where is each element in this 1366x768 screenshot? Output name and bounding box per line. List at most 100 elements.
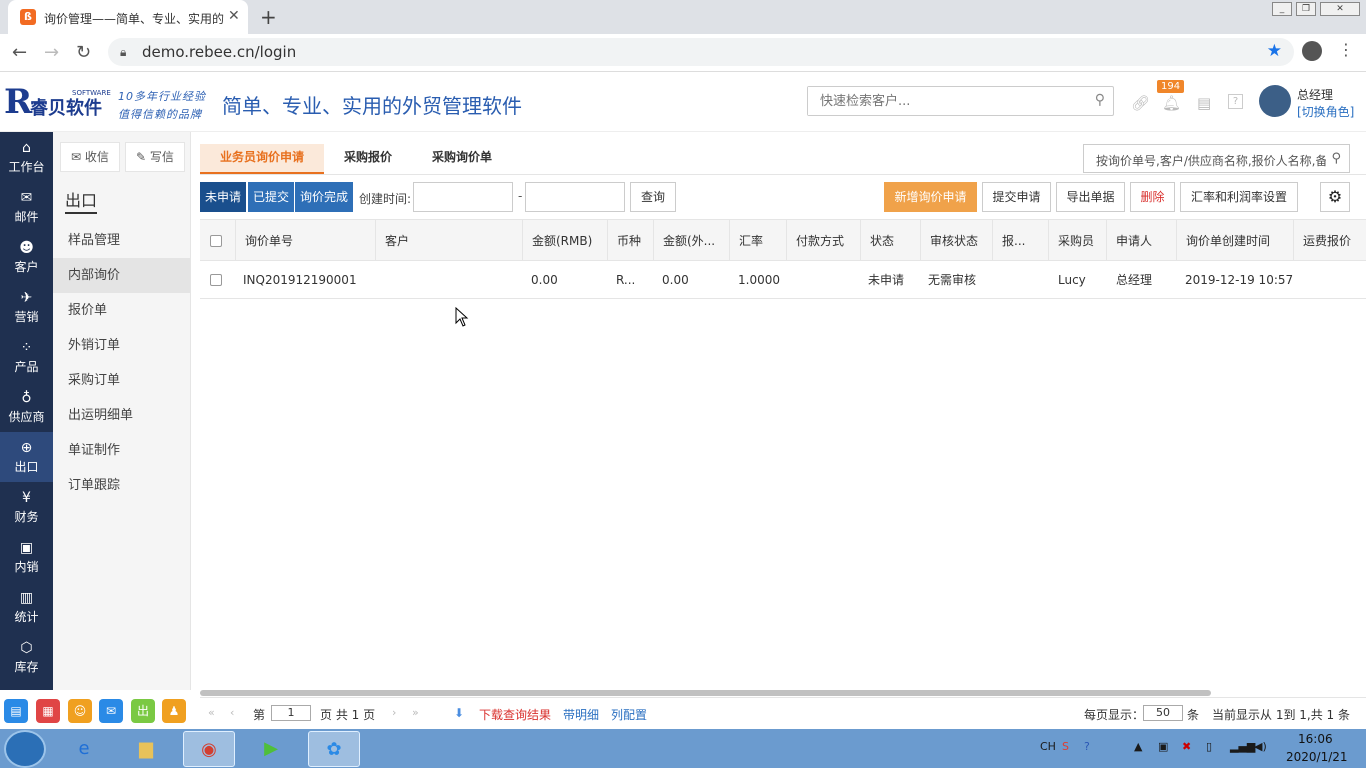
col-status[interactable]: 状态 — [861, 220, 921, 260]
subnav-item-sales-order[interactable]: 外销订单 — [53, 328, 190, 363]
col-customer[interactable]: 客户 — [376, 220, 523, 260]
per-page-input[interactable]: 50 — [1143, 705, 1183, 721]
help-tray-icon[interactable]: ? — [1084, 740, 1090, 753]
sogou-icon[interactable]: S — [1062, 740, 1069, 753]
horizontal-scrollbar[interactable] — [200, 690, 1211, 696]
with-detail-link[interactable]: 带明细 — [563, 706, 599, 723]
app-shortcut-1-icon[interactable]: ▤ — [4, 699, 28, 723]
security-icon[interactable]: ✖ — [1182, 740, 1191, 753]
first-page-icon[interactable]: « — [208, 706, 215, 719]
nav-customer[interactable]: ☻ 客户 — [0, 232, 53, 282]
col-reporter[interactable]: 报... — [993, 220, 1049, 260]
col-applicant[interactable]: 申请人 — [1107, 220, 1177, 260]
subnav-item-quotation[interactable]: 报价单 — [53, 293, 190, 328]
col-buyer[interactable]: 采购员 — [1049, 220, 1107, 260]
search-icon[interactable]: ⚲ — [1095, 92, 1105, 108]
nav-marketing[interactable]: ✈ 营销 — [0, 282, 53, 332]
chrome-icon[interactable]: ◉ — [183, 731, 235, 767]
table-row[interactable]: INQ201912190001 0.00 R... 0.00 1.0000 未申… — [200, 261, 1366, 299]
volume-icon[interactable]: ◀) — [1254, 740, 1267, 753]
tray-expand-icon[interactable]: ▲ — [1134, 740, 1142, 753]
end-date-input[interactable] — [525, 182, 625, 212]
input-language[interactable]: CH — [1040, 740, 1056, 753]
network-icon[interactable]: ▣ — [1158, 740, 1168, 753]
power-icon[interactable]: ▯ — [1206, 740, 1212, 753]
tab-purchase-inquiry[interactable]: 采购询价单 — [412, 144, 512, 174]
forward-icon[interactable]: → — [44, 42, 59, 63]
col-amount-rmb[interactable]: 金额(RMB) — [523, 220, 608, 260]
filter-not-applied[interactable]: 未申请 — [200, 182, 247, 212]
file-explorer-icon[interactable]: ▆ — [120, 731, 172, 767]
exchange-rate-settings-button[interactable]: 汇率和利润率设置 — [1180, 182, 1298, 212]
url-field[interactable]: 🔒︎ demo.rebee.cn/login ★ — [108, 38, 1294, 66]
close-tab-icon[interactable]: ✕ — [228, 8, 240, 24]
query-button[interactable]: 查询 — [630, 182, 676, 212]
reload-icon[interactable]: ↻ — [76, 42, 91, 63]
subnav-item-internal-inquiry[interactable]: 内部询价 — [53, 258, 190, 293]
nav-supplier[interactable]: ♁ 供应商 — [0, 382, 53, 432]
back-icon[interactable]: ← — [12, 42, 27, 63]
close-window-icon[interactable]: ✕ — [1320, 2, 1360, 16]
search-icon[interactable]: ⚲ — [1331, 151, 1341, 166]
nav-inventory[interactable]: ⬡ 库存 — [0, 632, 53, 682]
filter-submitted[interactable]: 已提交 — [248, 182, 295, 212]
bookmark-star-icon[interactable]: ★ — [1267, 41, 1282, 61]
nav-export[interactable]: ⊕ 出口 — [0, 432, 53, 482]
ie-icon[interactable]: e — [58, 731, 110, 767]
prev-page-icon[interactable]: ‹ — [230, 706, 234, 719]
rebee-app-icon[interactable]: ✿ — [308, 731, 360, 767]
page-number-input[interactable]: 1 — [271, 705, 311, 721]
inquiry-search[interactable]: 按询价单号,客户/供应商名称,报价人名称,备 ⚲ — [1083, 144, 1350, 173]
nav-statistics[interactable]: ▥ 统计 — [0, 582, 53, 632]
contacts-icon[interactable]: ☺ — [68, 699, 92, 723]
restore-window-icon[interactable]: ❐ — [1296, 2, 1316, 16]
bell-icon[interactable]: 🔔︎ — [1162, 94, 1181, 112]
document-icon[interactable]: ▤ — [1197, 94, 1211, 112]
nav-finance[interactable]: ¥ 财务 — [0, 482, 53, 532]
subnav-item-samples[interactable]: 样品管理 — [53, 223, 190, 258]
subnav-item-shipment[interactable]: 出运明细单 — [53, 398, 190, 433]
gear-icon[interactable]: ⚙ — [1320, 182, 1350, 212]
col-review-status[interactable]: 审核状态 — [921, 220, 993, 260]
clock-time[interactable]: 16:06 — [1298, 732, 1333, 746]
new-tab-button[interactable]: + — [260, 5, 277, 29]
cell-inquiry-no[interactable]: INQ201912190001 — [236, 261, 376, 298]
start-date-input[interactable] — [413, 182, 513, 212]
last-page-icon[interactable]: » — [412, 706, 419, 719]
row-checkbox[interactable] — [210, 274, 222, 286]
subnav-item-documents[interactable]: 单证制作 — [53, 433, 190, 468]
receive-mail-button[interactable]: ✉ 收信 — [60, 142, 120, 172]
customer-search[interactable]: ⚲ — [807, 86, 1114, 116]
col-rate[interactable]: 汇率 — [730, 220, 787, 260]
clock-date[interactable]: 2020/1/21 — [1286, 750, 1348, 764]
add-inquiry-button[interactable]: 新增询价申请 — [884, 182, 977, 212]
help-icon[interactable]: ? — [1228, 94, 1243, 109]
browser-tab[interactable]: ß 询价管理——简单、专业、实用的 ✕ — [8, 0, 248, 34]
windows-start-icon[interactable] — [4, 730, 46, 768]
browser-menu-icon[interactable]: ⋮ — [1338, 40, 1354, 59]
next-page-icon[interactable]: › — [392, 706, 396, 719]
col-inquiry-no[interactable]: 询价单号 — [236, 220, 376, 260]
user-app-icon[interactable]: ♟ — [162, 699, 186, 723]
select-all-checkbox[interactable] — [210, 235, 222, 247]
subnav-item-order-tracking[interactable]: 订单跟踪 — [53, 468, 190, 503]
email-icon[interactable]: ✉ — [99, 699, 123, 723]
subnav-item-purchase-order[interactable]: 采购订单 — [53, 363, 190, 398]
media-player-icon[interactable]: ▶ — [245, 731, 297, 767]
nav-domestic[interactable]: ▣ 内销 — [0, 532, 53, 582]
nav-mail[interactable]: ✉ 邮件 — [0, 182, 53, 232]
nav-workbench[interactable]: ⌂ 工作台 — [0, 132, 53, 182]
switch-role-link[interactable]: [切换角色] — [1297, 103, 1354, 120]
col-payment[interactable]: 付款方式 — [787, 220, 861, 260]
col-freight[interactable]: 运费报价 — [1294, 220, 1366, 260]
submit-request-button[interactable]: 提交申请 — [982, 182, 1051, 212]
tab-purchase-quote[interactable]: 采购报价 — [324, 144, 412, 174]
delete-button[interactable]: 删除 — [1130, 182, 1175, 212]
tab-sales-inquiry[interactable]: 业务员询价申请 — [200, 144, 325, 174]
minimize-window-icon[interactable]: _ — [1272, 2, 1292, 16]
account-icon[interactable] — [1302, 41, 1322, 61]
export-documents-button[interactable]: 导出单据 — [1056, 182, 1125, 212]
write-mail-button[interactable]: ✎ 写信 — [125, 142, 185, 172]
nav-product[interactable]: ⁘ 产品 — [0, 332, 53, 382]
signal-icon[interactable]: ▂▄▆ — [1230, 740, 1255, 753]
